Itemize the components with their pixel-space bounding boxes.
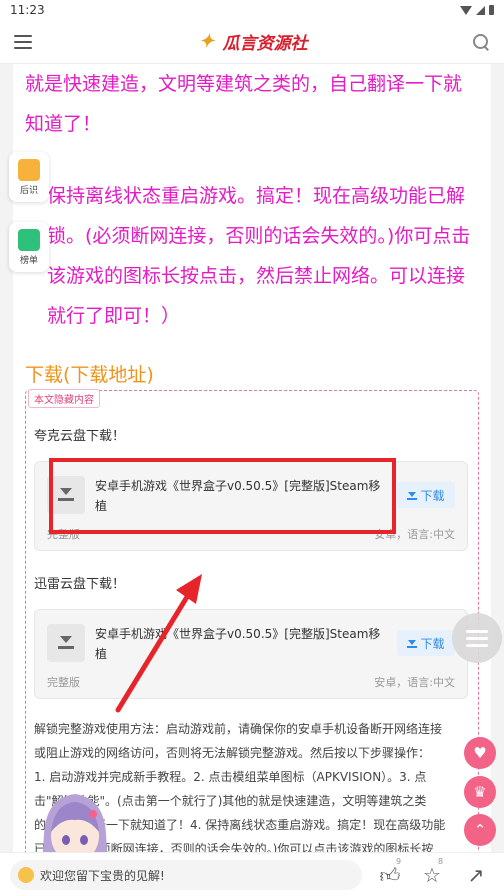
- app-grid-icon: [18, 158, 40, 181]
- article-paragraph: 就是快速建造，文明等建筑之类的，自己翻译一下就知道了！: [25, 73, 463, 135]
- signal-icon: [476, 5, 485, 15]
- avatar: [18, 867, 34, 883]
- file-edition: 完整版: [47, 676, 80, 689]
- download-arrow-icon: [407, 490, 418, 500]
- thumbs-up-icon[interactable]: 👍︎: [378, 863, 402, 887]
- side-button-ranking[interactable]: 榜单: [9, 222, 49, 272]
- download-file-icon: [47, 624, 85, 662]
- star-icon[interactable]: ☆: [420, 863, 444, 887]
- instruction-line: 解锁完整游戏使用方法：启动游戏前，请确保你的安卓手机设备断开网络连接: [34, 722, 443, 736]
- favorite-count: 8: [438, 857, 444, 866]
- scroll-top-icon[interactable]: ⌃: [464, 814, 496, 846]
- download-source-label: 夸克云盘下载！: [34, 429, 126, 444]
- ranking-icon: [18, 228, 40, 251]
- hamburger-menu-icon[interactable]: [14, 34, 32, 49]
- crown-icon[interactable]: ♛: [464, 776, 496, 808]
- logo-star-icon: ✦: [198, 30, 215, 52]
- floating-menu-button[interactable]: [452, 613, 502, 663]
- download-button[interactable]: 下载: [397, 482, 455, 508]
- logo-text: 瓜言资源社: [222, 34, 308, 54]
- status-time: 11:23: [10, 3, 45, 17]
- side-button-label: 后识: [19, 185, 38, 196]
- article-paragraph: 保持离线状态重启游戏。搞定！现在高级功能已解锁。(必须断网连接，否则的话会失效的…: [47, 185, 471, 327]
- side-button-reading[interactable]: 后识: [9, 152, 49, 202]
- heart-icon[interactable]: ♥: [464, 737, 496, 769]
- download-button-label: 下载: [420, 488, 445, 503]
- instruction-line: 或阻止游戏的网络访问，否则将无法解锁完整游戏。然后按以下步骤操作：: [34, 746, 431, 760]
- file-name: 安卓手机游戏《世界盒子v0.50.5》[完整版]Steam移植: [95, 627, 381, 661]
- share-icon[interactable]: ↗: [464, 863, 488, 887]
- status-bar: 11:23: [0, 0, 504, 20]
- like-count: 9: [396, 857, 402, 866]
- annotation-highlight-box: [49, 458, 396, 534]
- status-icons: [460, 5, 494, 15]
- download-heading: 下载(下载地址): [25, 364, 154, 386]
- site-header: ✦ 瓜言资源社: [0, 20, 504, 64]
- file-meta: 安卓，语言:中文: [374, 676, 455, 689]
- search-icon[interactable]: [472, 33, 490, 51]
- download-arrow-icon: [407, 638, 418, 648]
- hidden-content-tag: 本文隐藏内容: [28, 389, 100, 408]
- comment-input[interactable]: 欢迎您留下宝贵的见解!: [10, 860, 362, 890]
- download-source-label: 迅雷云盘下载！: [34, 577, 126, 592]
- wifi-icon: [460, 5, 472, 15]
- download-card: 安卓手机游戏《世界盒子v0.50.5》[完整版]Steam移植 下载 完整版 安…: [34, 609, 468, 699]
- comment-placeholder: 欢迎您留下宝贵的见解!: [40, 868, 165, 883]
- bottom-bar: 欢迎您留下宝贵的见解! 👍︎ 9 ☆ 8 ↗: [0, 852, 504, 896]
- download-button-label: 下载: [420, 636, 445, 651]
- battery-icon: [489, 5, 494, 15]
- download-button[interactable]: 下载: [397, 630, 455, 656]
- site-logo[interactable]: ✦ 瓜言资源社: [197, 29, 308, 54]
- side-button-label: 榜单: [19, 255, 38, 266]
